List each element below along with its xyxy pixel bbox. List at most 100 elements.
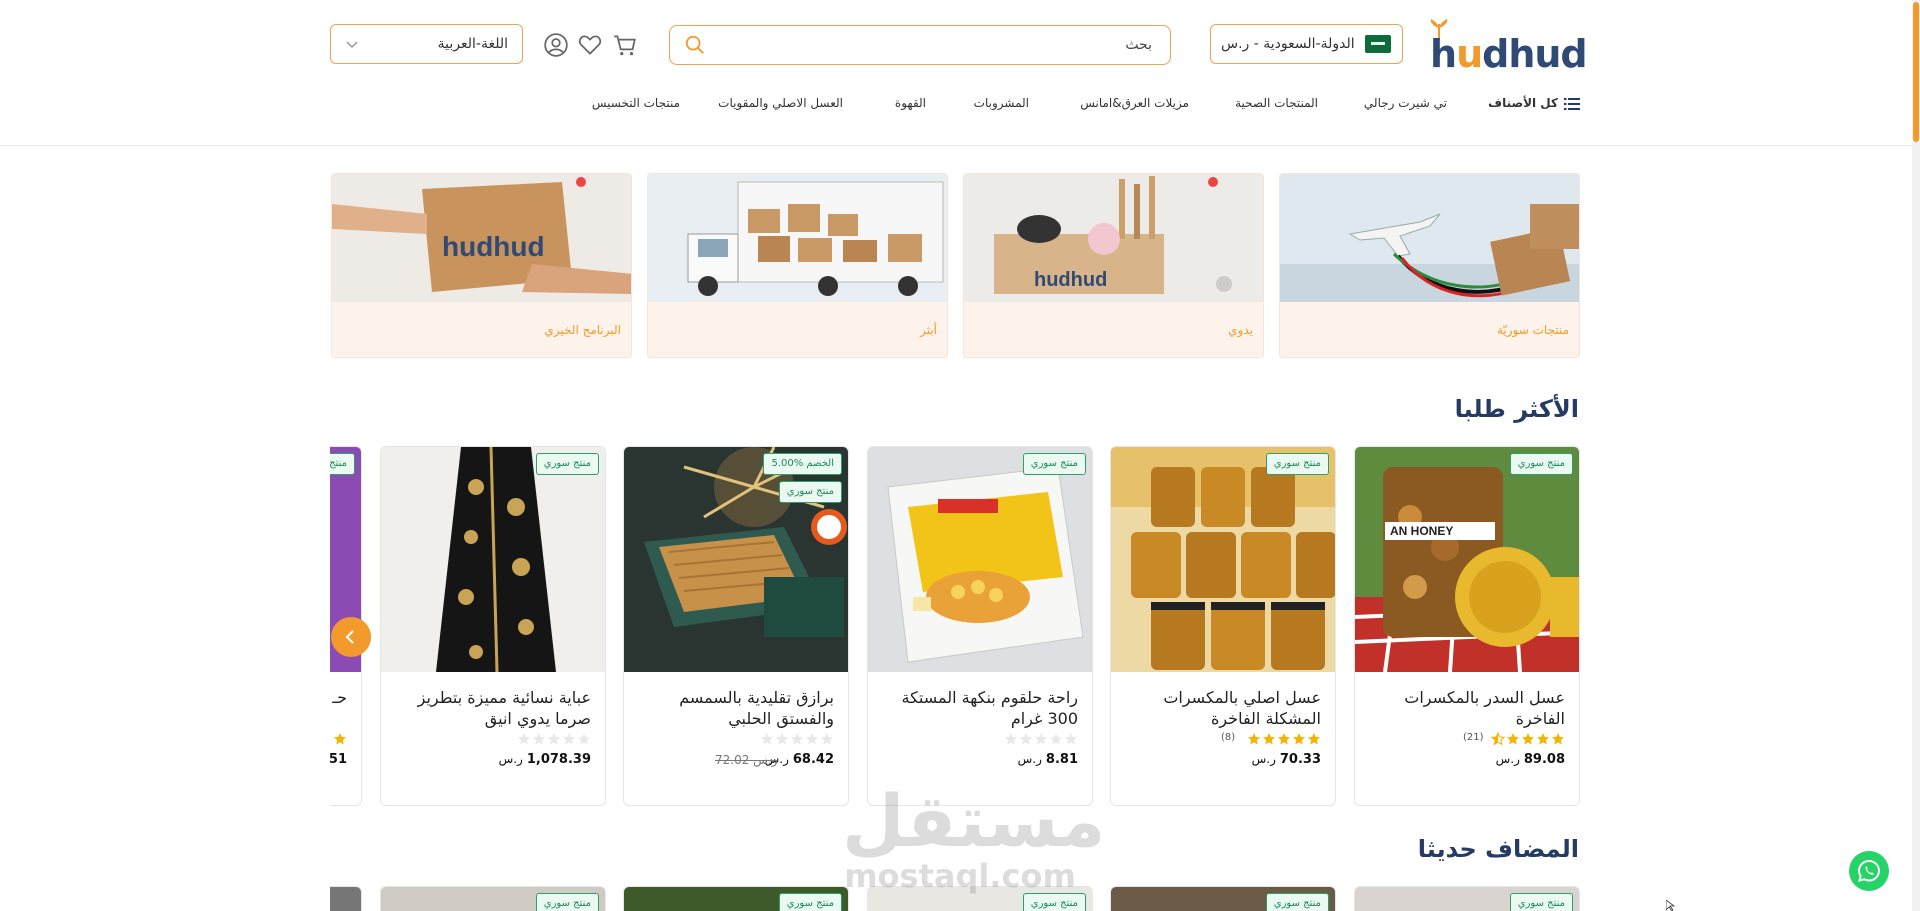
product-card[interactable]: منتج سوري	[623, 886, 849, 911]
watermark-arabic: مستقل	[842, 779, 1106, 863]
rating-stars-empty	[1004, 732, 1078, 746]
star-icon	[1278, 733, 1290, 745]
svg-text:AN HONEY: AN HONEY	[1390, 524, 1453, 538]
plane-boxes-image	[1280, 174, 1579, 302]
star-empty-icon	[776, 733, 788, 745]
price-value: 1,078.39	[526, 752, 591, 767]
svg-text:hudhud: hudhud	[1034, 269, 1107, 291]
review-count: (21)	[1463, 732, 1484, 743]
header-icons	[532, 30, 662, 60]
star-icon	[1552, 733, 1564, 745]
logo-wordmark: hudhud	[1430, 32, 1588, 76]
star-empty-icon	[821, 733, 833, 745]
product-image	[381, 447, 605, 672]
header-divider	[0, 145, 1912, 146]
product-name[interactable]: عسل اصلي بالمكسرات المشكلة الفاخرة	[1121, 687, 1321, 729]
carousel-left-clip	[0, 430, 330, 911]
product-card[interactable]: منتج سوري	[380, 886, 606, 911]
scrollbar-thumb[interactable]	[1913, 2, 1919, 142]
account-user-icon[interactable]	[543, 32, 569, 58]
hudhud-logo[interactable]: hudhud	[1424, 18, 1588, 76]
svg-text:hudhud: hudhud	[442, 231, 545, 262]
watermark-latin: mostaql.com	[844, 857, 1076, 895]
category-card-delivery[interactable]: أبثر	[647, 173, 948, 358]
nav-item-honey[interactable]: العسل الاصلي والمقويات	[718, 96, 843, 110]
pin-badge-icon	[1208, 177, 1218, 187]
star-empty-icon	[1035, 733, 1047, 745]
currency-label: ر.س	[1495, 752, 1520, 766]
mostaql-watermark: مستقل mostaql.com	[842, 779, 1106, 895]
nav-item-mens-tshirts[interactable]: تي شيرت رجالي	[1364, 96, 1447, 110]
search-input[interactable]	[714, 37, 1156, 53]
product-name[interactable]: عباية نسائية مميزة بتطريز صرما يدوي انيق	[391, 687, 591, 729]
product-card[interactable]: منتج سوري	[1354, 886, 1580, 911]
search-bar[interactable]	[669, 25, 1171, 65]
cart-icon[interactable]	[612, 32, 638, 58]
product-card-peek[interactable]	[330, 886, 362, 911]
product-card[interactable]: 5.00% الخصم منتج سوري برازق تقليدية بالس…	[623, 446, 849, 806]
nav-item-beverages[interactable]: المشروبات	[974, 96, 1029, 110]
nav-item-slimming[interactable]: منتجات التخسيس	[592, 96, 680, 110]
category-label: البرنامج الخيري	[544, 323, 621, 337]
product-image	[1111, 447, 1335, 672]
country-currency-selector[interactable]: الدولة-السعودية - ر.س	[1210, 24, 1403, 64]
category-card-syrian-products[interactable]: منتجات سوريّة	[1279, 173, 1580, 358]
syrian-product-badge: منتج سوري	[1022, 453, 1086, 475]
rating-stars-empty	[517, 732, 591, 746]
product-card[interactable]: منتج سوري راحة حلقوم بنكهة المستكة 300 غ…	[867, 446, 1093, 806]
product-name[interactable]: راحة حلقوم بنكهة المستكة 300 غرام	[878, 687, 1078, 729]
syrian-product-badge: منتج سوري	[535, 893, 599, 911]
chevron-left-icon	[345, 630, 354, 644]
currency-label: ر.س	[1251, 752, 1276, 766]
original-price: 72.02 ر.س	[715, 753, 778, 767]
language-selector[interactable]: اللغة-العربية	[330, 24, 523, 64]
syrian-product-badge: منتج سوري	[778, 481, 842, 503]
product-card[interactable]: AN HONEY منتج سوري عسل السدر بالمكسرات ا…	[1354, 446, 1580, 806]
star-icon	[1293, 733, 1305, 745]
handmade-box-image: hudhud	[964, 174, 1263, 302]
page-scrollbar[interactable]	[1912, 0, 1920, 911]
product-name[interactable]: عسل السدر بالمكسرات الفاخرة	[1365, 687, 1565, 729]
language-label: اللغة-العربية	[437, 36, 508, 52]
price-value: 51	[330, 752, 347, 767]
star-empty-icon	[518, 733, 530, 745]
star-icon	[1248, 733, 1260, 745]
star-empty-icon	[761, 733, 773, 745]
carousel-prev-button[interactable]	[331, 617, 371, 657]
wishlist-heart-icon[interactable]	[577, 32, 603, 58]
star-empty-icon	[563, 733, 575, 745]
page: hudhud الدولة-السعودية - ر.س بحث اللغة-ا…	[0, 0, 1920, 911]
star-empty-icon	[548, 733, 560, 745]
category-card-charity[interactable]: hudhud البرنامج الخيري	[331, 173, 632, 358]
search-icon[interactable]	[684, 34, 706, 56]
price-value: 89.08	[1523, 752, 1565, 767]
syrian-product-badge: منتج سوري	[778, 893, 842, 911]
category-card-handmade[interactable]: hudhud يدوي	[963, 173, 1264, 358]
product-card[interactable]: منتج سوري عباية نسائية مميزة بتطريز صرما…	[380, 446, 606, 806]
product-name[interactable]: برازق تقليدية بالسمسم والفستق الحلبي	[634, 687, 834, 729]
whatsapp-chat-button[interactable]	[1849, 851, 1889, 891]
product-price: 89.08ر.س	[1496, 752, 1565, 767]
category-label: أبثر	[920, 323, 937, 337]
product-name[interactable]: حـ بتـ	[330, 687, 347, 708]
product-card[interactable]: منتج سوري	[1110, 886, 1336, 911]
nav-item-health-products[interactable]: المنتجات الصحية	[1235, 96, 1318, 110]
currency-label: ر.س	[1017, 752, 1042, 766]
nav-item-coffee[interactable]: القهوة	[895, 96, 926, 110]
country-label: الدولة-السعودية - ر.س	[1221, 36, 1355, 52]
product-price: 51	[330, 752, 347, 767]
nav-all-categories[interactable]: كل الأصناف	[1488, 96, 1558, 110]
syrian-product-badge: منتج سوري	[1509, 453, 1573, 475]
site-header: hudhud الدولة-السعودية - ر.س بحث اللغة-ا…	[0, 0, 1912, 146]
product-image	[868, 447, 1092, 672]
syrian-product-badge: منتج سوري	[1022, 893, 1086, 911]
rating-stars	[1491, 732, 1565, 746]
star-icon	[1522, 733, 1534, 745]
product-card[interactable]: منتج سوري عسل اصلي بالمكسرات المشكلة الف…	[1110, 446, 1336, 806]
delivery-truck-image	[648, 174, 947, 302]
nav-item-deodorants[interactable]: مزيلات العرق&امانس	[1080, 96, 1189, 110]
mouse-cursor-icon	[1666, 900, 1676, 911]
rating-stars	[1247, 732, 1321, 746]
price-value: 70.33	[1279, 752, 1321, 767]
star-icon	[1308, 733, 1320, 745]
